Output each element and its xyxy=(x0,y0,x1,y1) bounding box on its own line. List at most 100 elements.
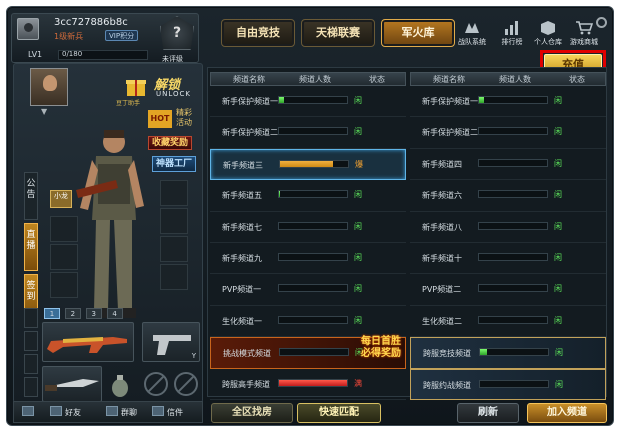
group-chat-label: 群聊 xyxy=(121,408,137,417)
header-channel-name: 频道名称 xyxy=(233,75,265,84)
channel-row[interactable]: 新手频道五 闲 xyxy=(210,180,406,212)
weapon-set-tab-3[interactable]: 3 xyxy=(85,308,102,319)
channel-population-fill xyxy=(279,379,347,386)
equip-slot[interactable] xyxy=(50,216,78,242)
channel-status: 闲 xyxy=(554,127,562,137)
pistol-slot[interactable]: Y xyxy=(142,322,200,362)
channel-name: 跨服高手频道 xyxy=(222,379,270,389)
mini-slot[interactable] xyxy=(24,354,38,374)
channel-row[interactable]: 新手保护频道一 闲 xyxy=(410,86,606,118)
hot-event-promo[interactable]: HOT 精彩 活动 xyxy=(148,108,204,130)
tab-free-arena[interactable]: 自由竞技 xyxy=(221,19,295,47)
channel-row[interactable]: 新手频道七 闲 xyxy=(210,212,406,243)
channel-population-bar xyxy=(478,221,548,230)
tab-armory[interactable]: 军火库 xyxy=(381,19,455,47)
channel-row[interactable]: 新手频道六 闲 xyxy=(410,180,606,212)
channel-population-bar xyxy=(278,190,348,199)
channel-row[interactable]: 生化频道一 闲 xyxy=(210,306,406,338)
side-tab-live[interactable]: 直播 xyxy=(24,223,38,271)
channel-population-bar xyxy=(279,159,349,168)
social-bar: 好友 群聊 信件 xyxy=(13,401,203,423)
channel-row[interactable]: 新手保护频道一 闲 xyxy=(210,86,406,118)
vip-badge[interactable]: VIP积分 xyxy=(105,30,139,41)
channel-name: 挑战模式频道 xyxy=(223,349,271,359)
avatar[interactable] xyxy=(17,18,39,40)
primary-weapon-slot[interactable] xyxy=(42,322,134,362)
side-tab-notice[interactable]: 公告 xyxy=(24,172,38,220)
tab-ladder-league[interactable]: 天梯联赛 xyxy=(301,19,375,47)
channel-population-bar xyxy=(478,96,548,104)
join-channel-button[interactable]: 加入频道 xyxy=(527,403,607,423)
rank-emblem-icon[interactable]: ? xyxy=(160,16,194,50)
channel-status: 闲 xyxy=(554,315,562,325)
melee-slot[interactable] xyxy=(42,366,102,402)
find-room-all-button[interactable]: 全区找房 xyxy=(211,403,293,423)
channel-row[interactable]: 跨服高手频道 满 xyxy=(210,369,406,400)
team-system-label: 战队系统 xyxy=(458,38,486,46)
channel-row[interactable]: 新手频道九 闲 xyxy=(210,243,406,275)
weapon-set-tab-1[interactable]: 1 xyxy=(44,308,60,319)
unlock-subtitle: UNLOCK xyxy=(156,90,191,98)
character-portrait[interactable] xyxy=(30,68,68,106)
channel-population-bar xyxy=(279,348,349,357)
collect-reward-button[interactable]: 收藏奖励 xyxy=(148,136,193,150)
mail-button[interactable]: 信件 xyxy=(152,405,183,420)
channel-status: 闲 xyxy=(354,127,362,137)
equip-slot[interactable] xyxy=(160,236,188,262)
warehouse-button[interactable]: 个人仓库 xyxy=(529,19,567,51)
channel-row[interactable]: PVP频道一 闲 xyxy=(210,274,406,306)
channel-row[interactable]: 新手频道十 闲 xyxy=(410,243,606,275)
channel-row[interactable]: 新手频道三 爆 xyxy=(210,148,406,181)
channel-status: 闲 xyxy=(354,284,362,294)
channel-name: 生化频道一 xyxy=(222,316,262,326)
quick-match-button[interactable]: 快速匹配 xyxy=(297,403,381,423)
channel-status: 闲 xyxy=(354,252,362,262)
channel-row[interactable]: 生化频道二 闲 xyxy=(410,306,606,338)
chevron-down-icon[interactable]: ▼ xyxy=(41,107,47,116)
channel-population-fill xyxy=(279,191,281,198)
equip-slot[interactable] xyxy=(160,180,188,206)
channel-population-bar xyxy=(479,379,549,388)
channel-name: 新手频道九 xyxy=(222,253,262,263)
channel-row[interactable]: 新手频道四 闲 xyxy=(410,149,606,181)
team-system-button[interactable]: 战队系统 xyxy=(453,19,491,51)
weapon-set-tab-4[interactable]: 4 xyxy=(106,308,123,319)
channel-name: 新手保护频道二 xyxy=(422,128,478,138)
equip-slot[interactable] xyxy=(50,272,78,298)
channel-row[interactable]: 新手频道八 闲 xyxy=(410,212,606,243)
channel-status: 闲 xyxy=(354,315,362,325)
gear-icon[interactable] xyxy=(596,17,607,28)
grenade-slot[interactable] xyxy=(106,370,134,400)
small-item-tag[interactable]: 小龙 xyxy=(50,190,72,208)
leaderboard-button[interactable]: 排行榜 xyxy=(493,19,531,51)
artifact-workshop-button[interactable]: 神器工厂 xyxy=(152,156,197,172)
channel-status: 闲 xyxy=(554,190,562,200)
equip-slot[interactable] xyxy=(160,264,188,290)
group-chat-button[interactable]: 群聊 xyxy=(106,405,137,420)
channel-name: 新手频道八 xyxy=(422,222,462,232)
channel-population-bar xyxy=(478,190,548,199)
channel-population-bar xyxy=(479,348,549,357)
channel-row[interactable]: 跨服约战频道 闲 xyxy=(410,368,606,400)
equip-slot[interactable] xyxy=(50,244,78,270)
refresh-button[interactable]: 刷新 xyxy=(457,403,519,423)
channel-row[interactable]: 跨服竞技频道 闲 xyxy=(410,337,606,369)
add-friend-button[interactable] xyxy=(22,405,37,420)
channel-status: 闲 xyxy=(554,221,562,231)
mini-slot[interactable] xyxy=(24,377,38,397)
channel-population-bar xyxy=(278,221,348,230)
weapon-set-tab-2[interactable]: 2 xyxy=(64,308,81,319)
channel-population-bar xyxy=(278,252,348,261)
header-channel-count: 频道人数 xyxy=(299,75,331,84)
mini-slot[interactable] xyxy=(24,308,38,328)
channel-row[interactable]: 新手保护频道二 闲 xyxy=(410,117,606,149)
channel-row[interactable]: PVP频道二 闲 xyxy=(410,274,606,306)
channel-row[interactable]: 新手保护频道二 闲 xyxy=(210,117,406,149)
friends-button[interactable]: 好友 xyxy=(50,405,81,420)
daily-first-win-banner[interactable]: 每日首胜 必得奖励 xyxy=(356,336,406,366)
mini-slot[interactable] xyxy=(24,331,38,351)
mini-slots xyxy=(24,308,38,400)
equip-slot[interactable] xyxy=(160,208,188,234)
hot-label-line1: 精彩 xyxy=(176,108,192,117)
channel-population-bar xyxy=(278,284,348,293)
